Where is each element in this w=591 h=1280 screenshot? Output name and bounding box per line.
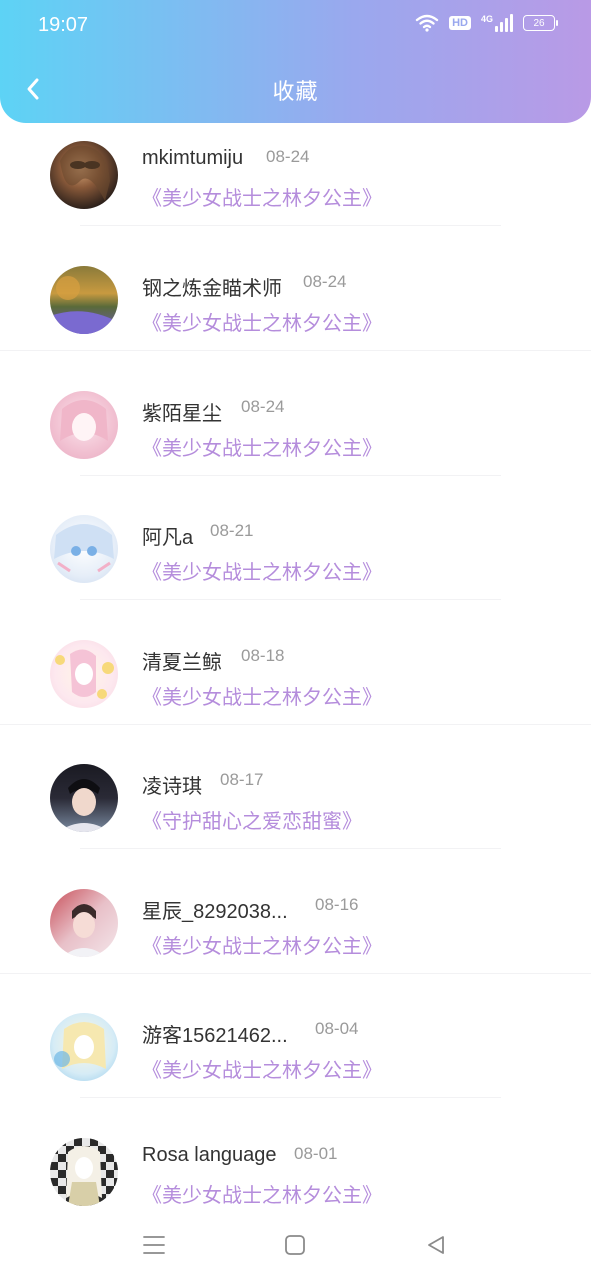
favorite-date: 08-01 bbox=[294, 1144, 338, 1163]
avatar-image bbox=[58, 779, 110, 832]
favorite-date: 08-24 bbox=[266, 147, 310, 166]
wifi-icon bbox=[415, 14, 439, 32]
username: Rosa language bbox=[142, 1144, 277, 1166]
username: 紫陌星尘 bbox=[142, 403, 222, 425]
avatar-image bbox=[66, 1146, 102, 1206]
app-header: 19:07 HD 4G 26 收藏 bbox=[0, 0, 591, 123]
avatar-image bbox=[62, 904, 106, 957]
favorite-date: 08-04 bbox=[315, 1019, 359, 1038]
favorite-date: 08-21 bbox=[210, 521, 254, 540]
favorite-date: 08-24 bbox=[241, 397, 285, 416]
username: 星辰_8292038... bbox=[142, 901, 288, 923]
divider bbox=[80, 1097, 501, 1098]
list-item[interactable]: 游客15621462... 08-04 《美少女战士之林夕公主》 bbox=[0, 1001, 591, 1125]
work-title-link[interactable]: 《美少女战士之林夕公主》 bbox=[142, 432, 382, 461]
favorite-date: 08-16 bbox=[315, 895, 359, 914]
work-title-link[interactable]: 《守护甜心之爱恋甜蜜》 bbox=[142, 805, 362, 834]
work-title-link[interactable]: 《美少女战士之林夕公主》 bbox=[142, 307, 382, 336]
username: 游客15621462... bbox=[142, 1025, 288, 1047]
divider bbox=[80, 475, 501, 476]
favorite-date: 08-17 bbox=[220, 770, 264, 789]
divider bbox=[80, 599, 501, 600]
list-item[interactable]: 钢之炼金瞄术师 08-24 《美少女战士之林夕公主》 bbox=[0, 254, 591, 378]
page-title: 收藏 bbox=[272, 80, 319, 105]
avatar-image bbox=[54, 524, 114, 573]
favorite-date: 08-24 bbox=[303, 272, 347, 291]
work-title-link[interactable]: 《美少女战士之林夕公主》 bbox=[142, 1054, 382, 1083]
avatar-image bbox=[55, 649, 114, 699]
list-item[interactable]: 清夏兰鲸 08-18 《美少女战士之林夕公主》 bbox=[0, 628, 591, 752]
divider bbox=[0, 724, 591, 725]
avatar-image bbox=[54, 1022, 106, 1069]
avatar[interactable] bbox=[50, 1013, 118, 1081]
username: 钢之炼金瞄术师 bbox=[142, 278, 282, 300]
work-title-link[interactable]: 《美少女战士之林夕公主》 bbox=[142, 681, 382, 710]
back-triangle-icon bbox=[428, 1236, 444, 1254]
avatar-image bbox=[60, 145, 110, 201]
list-item[interactable]: 阿凡a 08-21 《美少女战士之林夕公主》 bbox=[0, 503, 591, 627]
username: mkimtumiju bbox=[142, 147, 244, 169]
home-button[interactable] bbox=[275, 1228, 315, 1262]
divider bbox=[80, 225, 501, 226]
avatar[interactable] bbox=[50, 266, 118, 334]
avatar-image bbox=[50, 276, 118, 334]
menu-icon bbox=[143, 1236, 165, 1254]
username: 凌诗琪 bbox=[142, 776, 202, 798]
status-time: 19:07 bbox=[38, 14, 89, 36]
list-item[interactable]: 紫陌星尘 08-24 《美少女战士之林夕公主》 bbox=[0, 379, 591, 503]
favorite-date: 08-18 bbox=[241, 646, 285, 665]
menu-button[interactable] bbox=[134, 1228, 174, 1262]
battery-icon: 26 bbox=[523, 15, 558, 31]
divider bbox=[80, 848, 501, 849]
avatar[interactable] bbox=[50, 889, 118, 957]
avatar[interactable] bbox=[50, 391, 118, 459]
list-item[interactable]: mkimtumiju 08-24 《美少女战士之林夕公主》 bbox=[0, 129, 591, 253]
work-title-link[interactable]: 《美少女战士之林夕公主》 bbox=[142, 1179, 382, 1208]
work-title-link[interactable]: 《美少女战士之林夕公主》 bbox=[142, 556, 382, 585]
avatar[interactable] bbox=[50, 141, 118, 209]
avatar[interactable] bbox=[50, 515, 118, 583]
list-item[interactable]: 凌诗琪 08-17 《守护甜心之爱恋甜蜜》 bbox=[0, 752, 591, 876]
username: 清夏兰鲸 bbox=[142, 652, 222, 674]
avatar-image bbox=[60, 400, 108, 441]
work-title-link[interactable]: 《美少女战士之林夕公主》 bbox=[142, 182, 382, 211]
divider bbox=[0, 350, 591, 351]
username: 阿凡a bbox=[142, 527, 194, 549]
network-type: 4G bbox=[480, 14, 493, 24]
list-item[interactable]: 星辰_8292038... 08-16 《美少女战士之林夕公主》 bbox=[0, 877, 591, 1001]
home-square-icon bbox=[285, 1235, 305, 1255]
system-navigation-bar bbox=[0, 1212, 591, 1280]
signal-icon: 4G bbox=[481, 14, 513, 32]
avatar[interactable] bbox=[50, 640, 118, 708]
back-nav-button[interactable] bbox=[416, 1228, 456, 1262]
status-icons: HD 4G 26 bbox=[415, 14, 558, 32]
avatar[interactable] bbox=[50, 1138, 118, 1206]
hd-badge: HD bbox=[449, 16, 471, 30]
battery-level: 26 bbox=[533, 17, 545, 29]
divider bbox=[0, 973, 591, 974]
work-title-link[interactable]: 《美少女战士之林夕公主》 bbox=[142, 930, 382, 959]
avatar[interactable] bbox=[50, 764, 118, 832]
